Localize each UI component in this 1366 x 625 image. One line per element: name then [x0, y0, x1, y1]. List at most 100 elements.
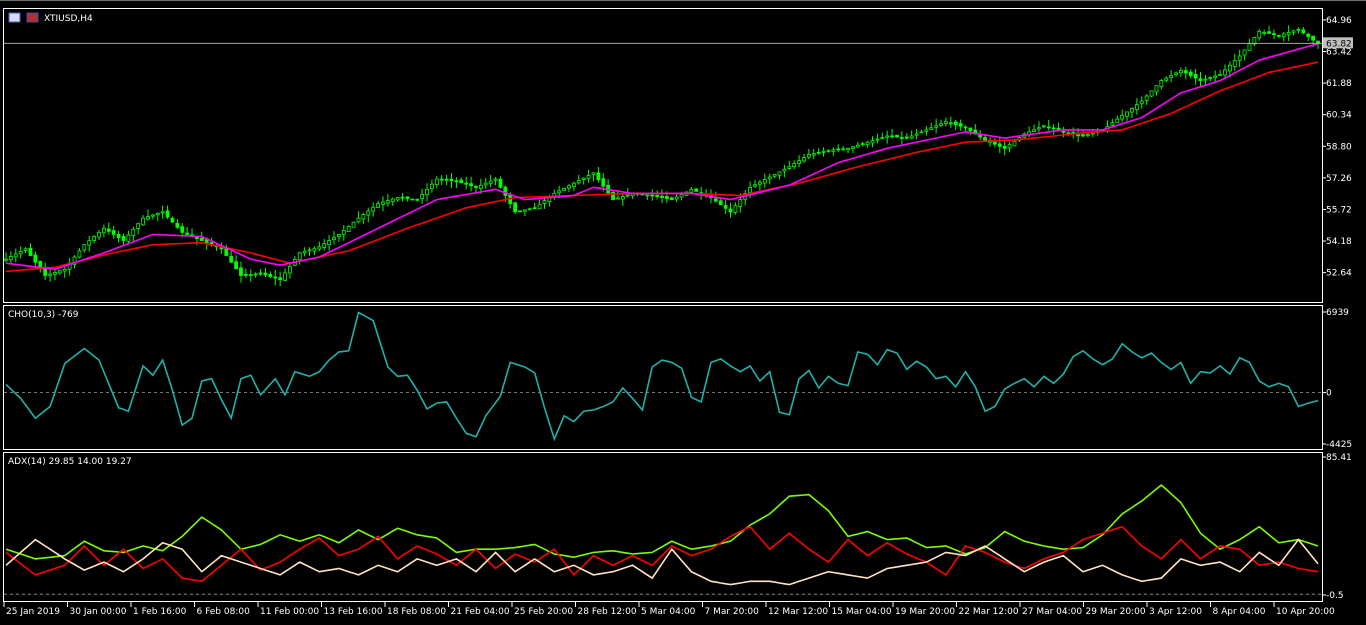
candle-body: [860, 143, 865, 146]
time-tick-label: 10 Apr 20:00: [1276, 607, 1335, 617]
price-y-axis: 64.9663.4261.8860.3458.8057.2655.7254.18…: [1322, 16, 1353, 279]
candle-body: [1110, 122, 1115, 126]
candle-body: [1051, 127, 1056, 130]
candle-body: [434, 178, 439, 185]
current-price-label: 63.82: [1326, 39, 1352, 49]
time-tick-label: 1 Feb 16:00: [133, 607, 187, 617]
candle-body: [253, 273, 258, 276]
candle-body: [341, 229, 346, 235]
candle-body: [532, 207, 537, 210]
candle-body: [87, 240, 92, 246]
candle-body: [444, 178, 449, 181]
candle-body: [914, 133, 919, 136]
candle-body: [18, 250, 23, 255]
candle-body: [1232, 60, 1237, 67]
candle-body: [1237, 55, 1242, 61]
candle-body: [875, 138, 880, 141]
candle-body: [381, 201, 385, 205]
candle: [611, 191, 615, 201]
time-tick-label: 22 Mar 12:00: [959, 607, 1019, 617]
candle-body: [102, 227, 106, 234]
candle-body: [523, 209, 527, 212]
chart-background: [0, 0, 1366, 625]
candle-body: [498, 178, 503, 188]
candle-body: [376, 203, 380, 208]
candle-body: [904, 136, 909, 139]
price-tick-label: 60.34: [1326, 111, 1352, 121]
candle-body: [420, 194, 425, 199]
candle-body: [772, 174, 777, 177]
candle-body: [713, 198, 718, 202]
candle-body: [351, 221, 356, 228]
candle-body: [141, 217, 145, 226]
candle-body: [723, 205, 728, 209]
candle-body: [1306, 33, 1311, 37]
candle-body: [1257, 31, 1262, 39]
candle-body: [23, 248, 28, 252]
candle-body: [116, 234, 121, 238]
candle-body: [1139, 100, 1144, 105]
candle-body: [243, 273, 248, 276]
candle-body: [185, 232, 190, 235]
candle-body: [415, 198, 420, 201]
candle-body: [1130, 107, 1134, 113]
cho-title: CHO(10,3) -769: [8, 310, 79, 320]
candle-body: [1296, 28, 1301, 31]
candle-body: [425, 188, 429, 196]
candle-body: [126, 234, 131, 242]
candle-body: [748, 186, 753, 194]
candle-body: [909, 135, 914, 139]
time-tick-label: 30 Jan 00:00: [70, 607, 127, 617]
candle-body: [576, 180, 581, 184]
candle-body: [1164, 77, 1169, 81]
candle-body: [150, 214, 155, 217]
candle-body: [219, 247, 224, 250]
candle-body: [855, 144, 860, 148]
candle-body: [1276, 34, 1281, 37]
candle-body: [655, 195, 660, 197]
candle-body: [170, 217, 175, 223]
candle-body: [958, 123, 963, 127]
candle-body: [1272, 33, 1276, 36]
candle-body: [518, 210, 522, 213]
candle-body: [542, 200, 547, 204]
candle-body: [689, 188, 694, 193]
time-tick-label: 13 Feb 16:00: [324, 607, 383, 617]
candle-body: [924, 129, 929, 132]
candle-body: [885, 135, 890, 138]
candle-body: [645, 194, 650, 197]
candle-body: [258, 272, 263, 275]
time-tick-label: 21 Feb 04:00: [451, 607, 510, 617]
candle-body: [1188, 71, 1193, 76]
candle-body: [586, 175, 591, 179]
candle-body: [1169, 75, 1174, 78]
candle-body: [1179, 69, 1183, 74]
candle-body: [263, 272, 268, 276]
candle-body: [155, 213, 160, 216]
time-tick-label: 5 Mar 04:00: [641, 607, 696, 617]
mt4-chart-window[interactable]: 64.9663.4261.8860.3458.8057.2655.7254.18…: [0, 0, 1366, 625]
candle-body: [13, 253, 18, 258]
candle-body: [131, 228, 136, 236]
candle-body: [8, 256, 13, 261]
candle-body: [229, 256, 234, 263]
candle-body: [332, 237, 336, 240]
candle-body: [694, 188, 699, 192]
candle: [562, 187, 566, 192]
price-tick-label: 52.64: [1326, 269, 1352, 279]
time-tick-label: 25 Jan 2019: [6, 607, 60, 617]
candle-body: [899, 137, 904, 139]
candle-body: [1002, 145, 1007, 149]
candle-body: [405, 196, 410, 199]
candle-body: [111, 230, 116, 235]
candle-body: [336, 234, 341, 237]
candle-body: [929, 127, 934, 130]
candle-body: [738, 199, 743, 207]
candle-body: [1032, 129, 1036, 133]
candle-body: [234, 261, 238, 270]
candle-body: [400, 196, 405, 199]
candle-body: [385, 200, 390, 204]
candle-body: [767, 176, 772, 180]
candle-body: [146, 216, 150, 220]
candle-body: [826, 149, 831, 152]
